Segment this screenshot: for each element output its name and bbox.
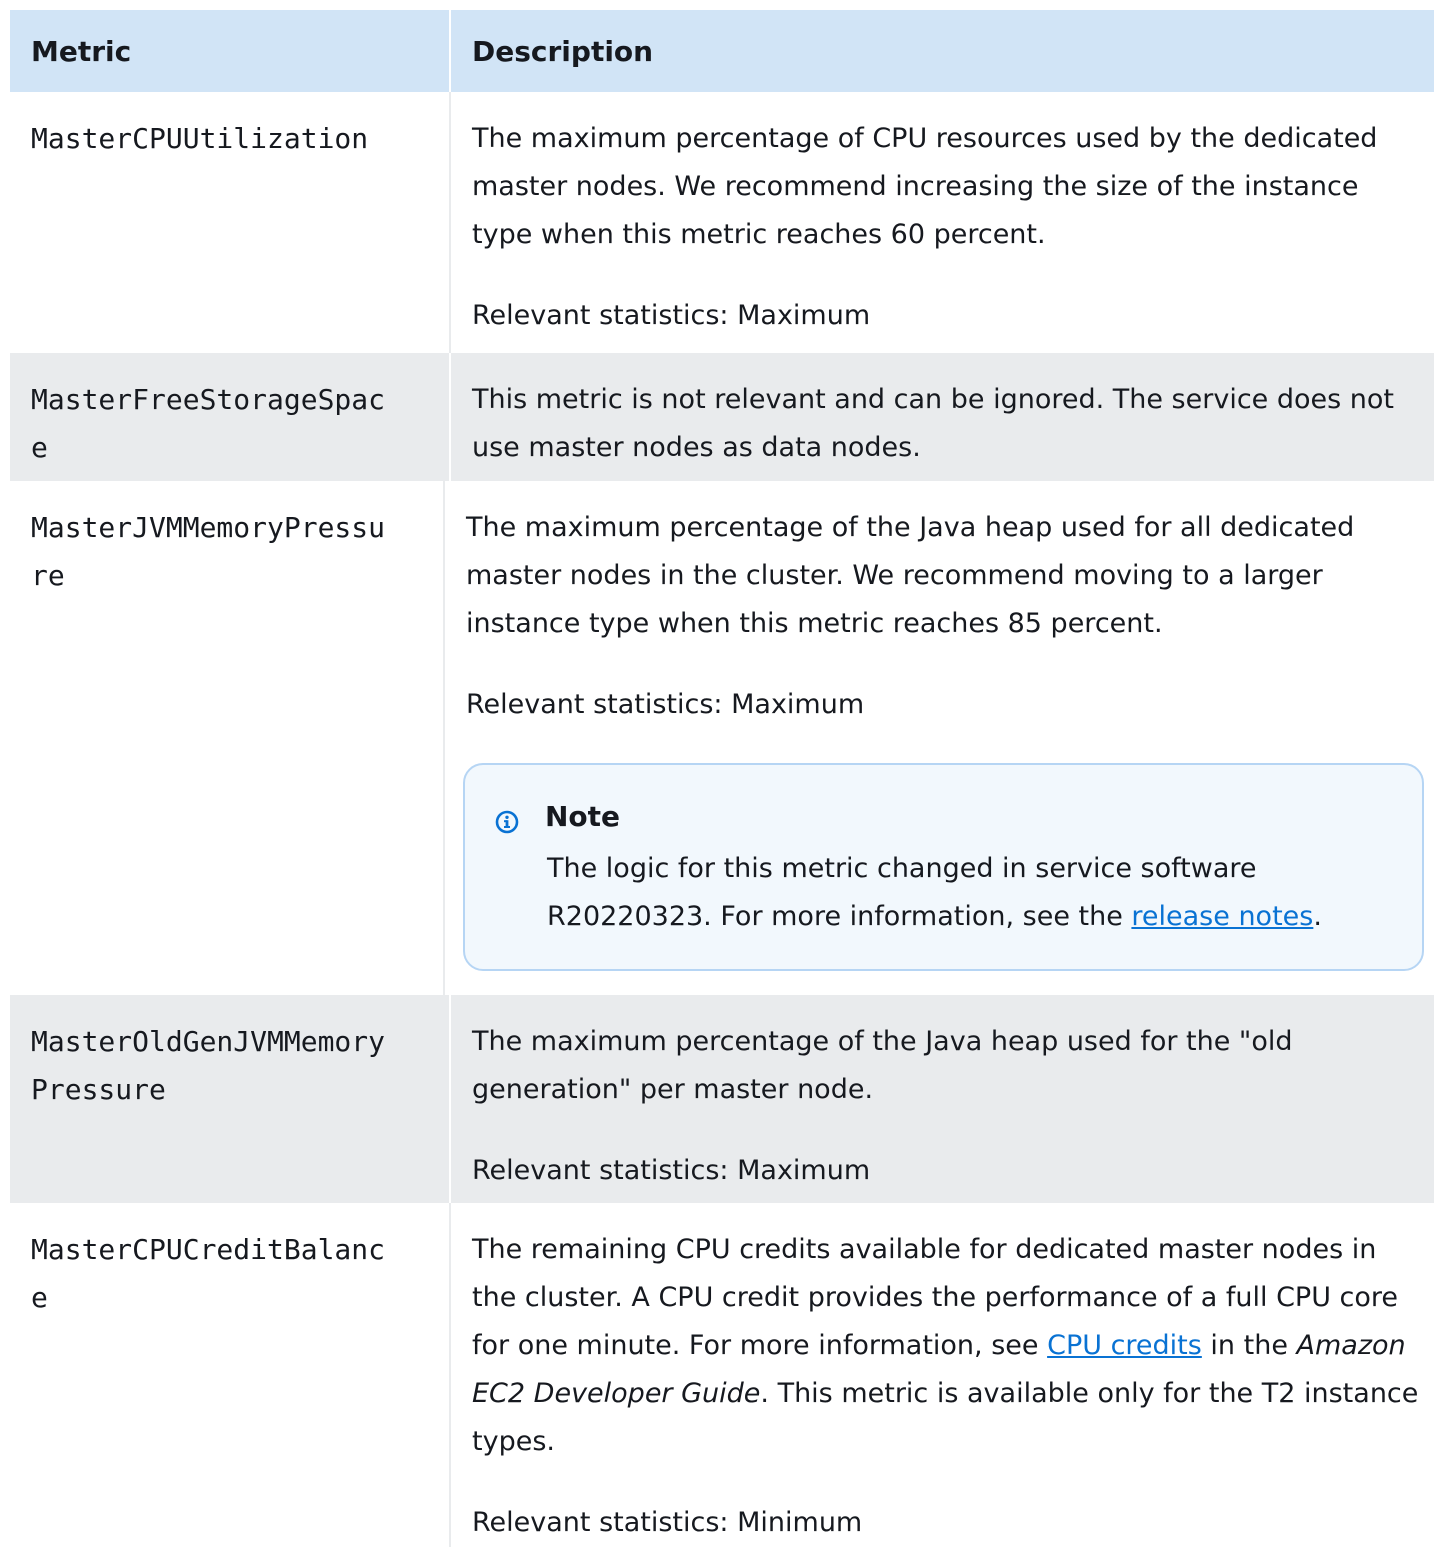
metric-name: MasterCPUCreditBalance (31, 1233, 386, 1314)
note-body: The logic for this metric changed in ser… (547, 853, 1322, 932)
metric-description: The maximum percentage of CPU resources … (472, 123, 1378, 250)
table-row: MasterOldGenJVMMemoryPressure The maximu… (10, 995, 1434, 1203)
column-header-metric: Metric (10, 10, 451, 92)
relevant-statistics: Relevant statistics: Maximum (466, 689, 865, 720)
relevant-statistics: Relevant statistics: Maximum (472, 1155, 871, 1186)
metric-name: MasterOldGenJVMMemoryPressure (31, 1025, 386, 1106)
metric-name: MasterCPUUtilization (31, 122, 369, 155)
metric-description: The maximum percentage of the Java heap … (472, 1026, 1293, 1105)
metric-description: The remaining CPU credits available for … (472, 1234, 1419, 1457)
table-row: MasterCPUCreditBalance The remaining CPU… (10, 1203, 1434, 1547)
metric-name: MasterJVMMemoryPressure (31, 511, 386, 592)
metric-description: This metric is not relevant and can be i… (472, 384, 1394, 463)
table-row: MasterFreeStorageSpace This metric is no… (10, 353, 1434, 481)
metric-description: The maximum percentage of the Java heap … (466, 512, 1355, 639)
release-notes-link[interactable]: release notes (1131, 901, 1313, 932)
table-row: MasterCPUUtilization The maximum percent… (10, 92, 1434, 353)
column-header-description: Description (472, 34, 654, 68)
table-row: MasterJVMMemoryPressure The maximum perc… (10, 481, 1434, 995)
table-header: Metric Description (10, 10, 1434, 92)
metric-name: MasterFreeStorageSpace (31, 383, 386, 464)
info-icon (495, 805, 519, 834)
metrics-table: Metric Description MasterCPUUtilization … (10, 10, 1434, 1547)
note-callout: Note The logic for this metric changed i… (463, 763, 1424, 971)
note-title: Note (545, 800, 621, 833)
cpu-credits-link[interactable]: CPU credits (1047, 1330, 1202, 1361)
relevant-statistics: Relevant statistics: Maximum (472, 300, 871, 331)
relevant-statistics: Relevant statistics: Minimum (472, 1507, 863, 1538)
